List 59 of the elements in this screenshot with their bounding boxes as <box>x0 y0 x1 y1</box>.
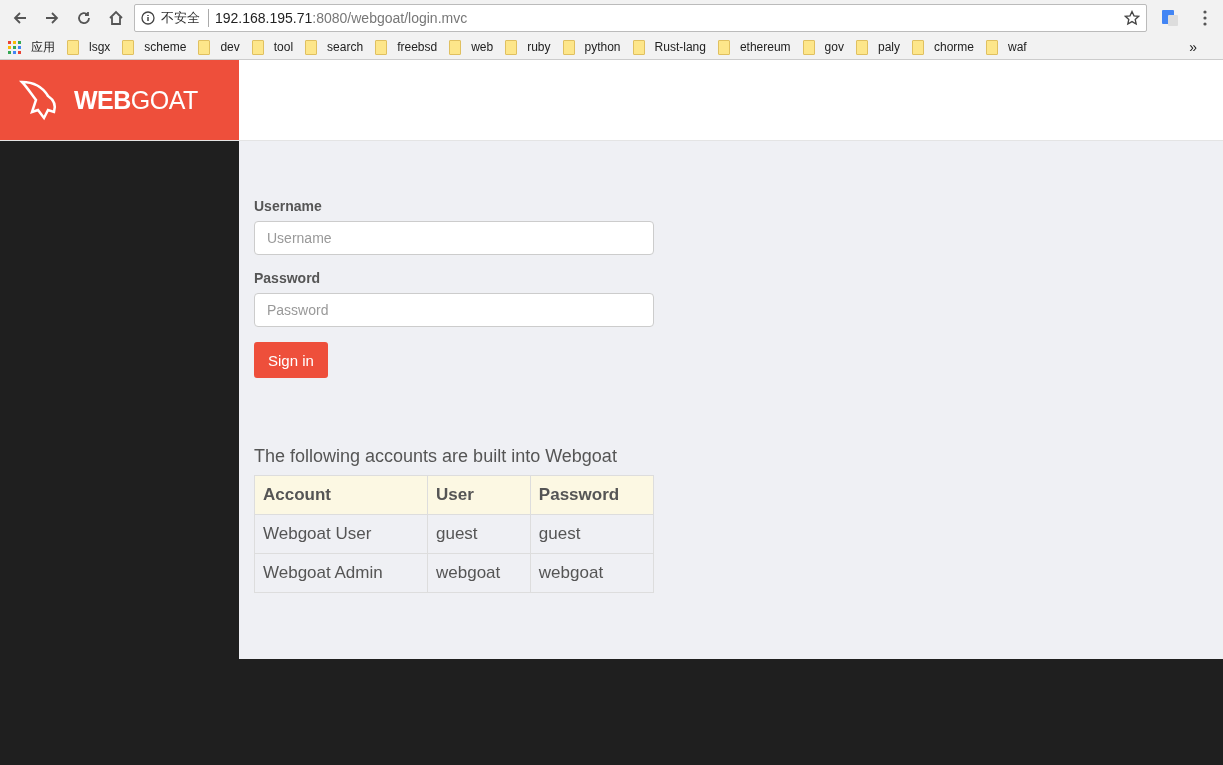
bookmark-link[interactable]: tool <box>251 39 294 55</box>
username-label: Username <box>254 198 323 214</box>
table-cell: Webgoat User <box>254 514 428 554</box>
bookmark-link[interactable]: scheme <box>122 39 187 55</box>
folder-icon <box>251 39 264 55</box>
table-cell: guest <box>530 514 654 554</box>
folder-icon <box>122 39 135 55</box>
table-cell: guest <box>427 514 531 554</box>
bookmark-link[interactable]: ruby <box>505 39 551 55</box>
table-cell: Webgoat Admin <box>254 553 428 593</box>
bookmark-link[interactable]: dev <box>198 39 240 55</box>
reload-icon <box>76 9 92 26</box>
username-field[interactable]: Username <box>254 221 654 255</box>
bookmark-link[interactable]: search <box>305 39 364 55</box>
password-label: Password <box>254 270 322 286</box>
arrow-left-icon <box>12 9 28 26</box>
bookmark-link[interactable]: web <box>449 39 494 55</box>
bookmark-link[interactable]: ethereum <box>717 39 791 55</box>
apps-grid-icon <box>8 40 21 54</box>
security-label: 不安全 <box>161 8 209 27</box>
password-field[interactable]: Password <box>254 293 654 327</box>
bookmark-link[interactable]: freebsd <box>375 39 438 55</box>
folder-icon <box>855 39 868 55</box>
folder-icon <box>912 39 924 55</box>
folder-icon <box>198 39 211 55</box>
folder-icon <box>505 39 518 55</box>
bookmark-link[interactable]: chorme <box>912 39 974 55</box>
folder-icon <box>562 39 575 55</box>
address-bar[interactable]: 不安全 192.168.195.71:8080/webgoat/login.mvc <box>134 3 1147 32</box>
sign-in-button[interactable]: Sign in <box>254 342 328 378</box>
folder-icon <box>802 39 815 55</box>
table-cell: webgoat <box>427 553 531 593</box>
column-header: Password <box>530 475 654 515</box>
folder-icon <box>632 39 645 55</box>
menu-icon[interactable] <box>1203 9 1207 26</box>
bookmark-link[interactable]: python <box>562 39 621 55</box>
column-header: User <box>427 475 531 515</box>
star-icon[interactable] <box>1124 9 1140 26</box>
home-icon <box>108 9 124 26</box>
url-text: 192.168.195.71:8080/webgoat/login.mvc <box>215 9 469 26</box>
folder-icon <box>717 39 730 55</box>
bookmark-link[interactable]: gov <box>802 39 844 55</box>
accounts-intro: The following accounts are built into Webgoat <box>254 446 618 467</box>
bookmark-link[interactable]: paly <box>855 39 900 55</box>
webgoat-logo-text: WEBGOAT <box>74 85 198 115</box>
more-bookmarks-button[interactable]: » <box>1189 39 1215 55</box>
folder-icon <box>986 39 998 55</box>
bookmark-link[interactable]: lsgx <box>67 39 111 55</box>
folder-icon <box>305 39 318 55</box>
folder-icon <box>67 39 79 55</box>
folder-icon <box>375 39 388 55</box>
table-cell: webgoat <box>530 553 654 593</box>
folder-icon <box>449 39 462 55</box>
apps-link[interactable]: 应用 <box>8 38 55 56</box>
bookmark-link[interactable]: waf <box>986 39 1027 55</box>
arrow-right-icon <box>44 9 60 26</box>
bookmark-link[interactable]: Rust-lang <box>632 39 706 55</box>
column-header: Account <box>254 475 428 515</box>
info-icon <box>141 10 155 25</box>
